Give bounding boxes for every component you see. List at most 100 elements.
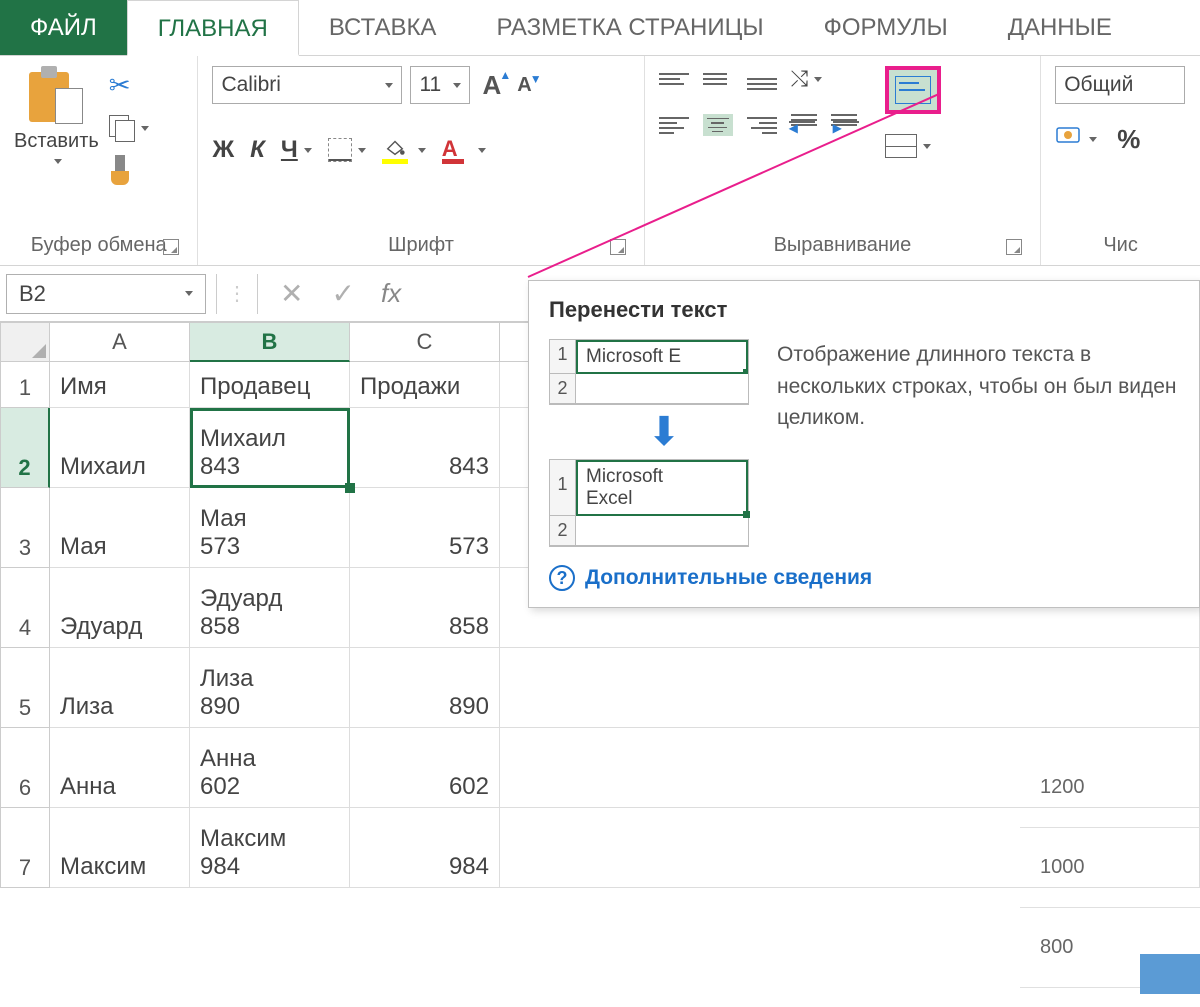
cell[interactable]: Михаил bbox=[50, 408, 190, 488]
cell[interactable]: Лиза bbox=[50, 648, 190, 728]
group-alignment: ⤭ ◀ ▶ Выравнивание bbox=[645, 56, 1042, 265]
tooltip-title: Перенести текст bbox=[549, 297, 1179, 323]
paste-label: Вставить bbox=[14, 130, 99, 153]
italic-button[interactable]: К bbox=[250, 136, 265, 164]
increase-font-button[interactable]: А▲ bbox=[478, 70, 505, 101]
tab-formulas[interactable]: ФОРМУЛЫ bbox=[794, 0, 978, 55]
align-top-button[interactable] bbox=[659, 68, 689, 90]
font-size-combo[interactable]: 11 bbox=[410, 66, 470, 104]
cell[interactable]: 890 bbox=[350, 648, 500, 728]
cell[interactable]: Имя bbox=[50, 362, 190, 408]
cell[interactable]: Мая bbox=[50, 488, 190, 568]
bold-button[interactable]: Ж bbox=[212, 136, 234, 164]
clipboard-dialog-launcher[interactable] bbox=[163, 239, 179, 255]
tooltip-demo: 1Microsoft E 2 ⬇ 1MicrosoftExcel 2 bbox=[549, 339, 749, 547]
fill-color-button[interactable] bbox=[382, 136, 426, 164]
row-header[interactable]: 1 bbox=[0, 362, 50, 408]
selection-handle[interactable] bbox=[345, 483, 355, 493]
cell[interactable]: Мая573 bbox=[190, 488, 350, 568]
paste-button[interactable]: Вставить bbox=[14, 66, 99, 164]
clipboard-icon bbox=[29, 66, 83, 124]
alignment-dialog-launcher[interactable] bbox=[1006, 239, 1022, 255]
chart-bar bbox=[1140, 954, 1200, 994]
row-header[interactable]: 5 bbox=[0, 648, 50, 728]
row-header[interactable]: 2 bbox=[0, 408, 50, 488]
cell[interactable] bbox=[500, 648, 1200, 728]
format-painter-button[interactable] bbox=[109, 155, 131, 185]
align-bottom-button[interactable] bbox=[747, 68, 777, 90]
col-header-C[interactable]: C bbox=[350, 322, 500, 362]
tooltip-description: Отображение длинного текста в нескольких… bbox=[777, 339, 1179, 547]
wrap-text-tooltip: Перенести текст 1Microsoft E 2 ⬇ 1Micros… bbox=[528, 280, 1200, 608]
font-name-combo[interactable]: Calibri bbox=[212, 66, 402, 104]
align-center-button[interactable] bbox=[703, 114, 733, 136]
row-header[interactable]: 6 bbox=[0, 728, 50, 808]
cell[interactable]: Максим bbox=[50, 808, 190, 888]
percent-button[interactable]: % bbox=[1117, 124, 1140, 155]
orientation-button[interactable]: ⤭ bbox=[791, 66, 823, 92]
cell[interactable]: Продавец bbox=[190, 362, 350, 408]
help-icon: ? bbox=[549, 565, 575, 591]
tab-data[interactable]: ДАННЫЕ bbox=[978, 0, 1142, 55]
merge-icon bbox=[885, 134, 917, 158]
number-format-combo[interactable]: Общий bbox=[1055, 66, 1185, 104]
group-number: Общий % Чис bbox=[1041, 56, 1200, 265]
font-color-button[interactable]: А bbox=[442, 136, 486, 164]
borders-button[interactable] bbox=[328, 138, 366, 162]
decrease-font-button[interactable]: А▼ bbox=[513, 74, 535, 97]
col-header-B[interactable]: B bbox=[190, 322, 350, 362]
cut-button[interactable]: ✂ bbox=[109, 70, 149, 101]
cell[interactable]: Эдуард bbox=[50, 568, 190, 648]
align-middle-button[interactable] bbox=[703, 68, 733, 90]
bucket-icon bbox=[382, 136, 412, 164]
group-clipboard: Вставить ✂ Буфер обмена bbox=[0, 56, 198, 265]
font-group-label: Шрифт bbox=[212, 230, 629, 259]
number-group-label: Чис bbox=[1055, 230, 1186, 259]
cancel-formula-button[interactable]: ✕ bbox=[268, 277, 315, 310]
cell[interactable]: 602 bbox=[350, 728, 500, 808]
underline-button[interactable]: Ч bbox=[281, 136, 312, 164]
cell[interactable]: Продажи bbox=[350, 362, 500, 408]
ribbon-tabs: ФАЙЛ ГЛАВНАЯ ВСТАВКА РАЗМЕТКА СТРАНИЦЫ Ф… bbox=[0, 0, 1200, 56]
enter-formula-button[interactable]: ✓ bbox=[319, 277, 366, 310]
arrow-down-icon: ⬇ bbox=[549, 405, 749, 459]
chart-fragment: 1200 1000 800 bbox=[1020, 748, 1200, 988]
border-icon bbox=[328, 138, 352, 162]
cell[interactable]: Максим984 bbox=[190, 808, 350, 888]
row-header[interactable]: 4 bbox=[0, 568, 50, 648]
cell[interactable]: Эдуард858 bbox=[190, 568, 350, 648]
align-left-button[interactable] bbox=[659, 114, 689, 136]
font-color-icon: А bbox=[442, 136, 472, 164]
cell[interactable]: 573 bbox=[350, 488, 500, 568]
cell[interactable]: 843 bbox=[350, 408, 500, 488]
tab-insert[interactable]: ВСТАВКА bbox=[299, 0, 467, 55]
merge-button[interactable] bbox=[885, 134, 941, 158]
font-dialog-launcher[interactable] bbox=[610, 239, 626, 255]
ribbon: Вставить ✂ Буфер обмена Calibri 11 А▲ А▼… bbox=[0, 56, 1200, 266]
align-right-button[interactable] bbox=[747, 114, 777, 136]
col-header-A[interactable]: A bbox=[50, 322, 190, 362]
paste-dropdown-caret[interactable] bbox=[54, 159, 62, 164]
alignment-group-label: Выравнивание bbox=[659, 230, 1027, 259]
tab-page-layout[interactable]: РАЗМЕТКА СТРАНИЦЫ bbox=[466, 0, 793, 55]
clipboard-group-label: Буфер обмена bbox=[14, 230, 183, 259]
copy-icon bbox=[109, 115, 135, 141]
cell[interactable]: 858 bbox=[350, 568, 500, 648]
name-box[interactable]: B2 bbox=[6, 274, 206, 314]
tab-home[interactable]: ГЛАВНАЯ bbox=[127, 0, 299, 56]
cell-selected[interactable]: Михаил843 bbox=[190, 408, 350, 488]
cell[interactable]: Анна bbox=[50, 728, 190, 808]
tooltip-more-link[interactable]: ? Дополнительные сведения bbox=[549, 565, 1179, 591]
copy-button[interactable] bbox=[109, 115, 149, 141]
currency-icon bbox=[1055, 124, 1083, 155]
cell[interactable]: Анна602 bbox=[190, 728, 350, 808]
fx-button[interactable]: fx bbox=[371, 278, 411, 309]
row-header[interactable]: 3 bbox=[0, 488, 50, 568]
cell[interactable]: Лиза890 bbox=[190, 648, 350, 728]
currency-button[interactable] bbox=[1055, 124, 1097, 155]
select-all-corner[interactable] bbox=[0, 322, 50, 362]
decrease-indent-button[interactable]: ◀ bbox=[791, 114, 817, 136]
tab-file[interactable]: ФАЙЛ bbox=[0, 0, 127, 55]
row-header[interactable]: 7 bbox=[0, 808, 50, 888]
cell[interactable]: 984 bbox=[350, 808, 500, 888]
